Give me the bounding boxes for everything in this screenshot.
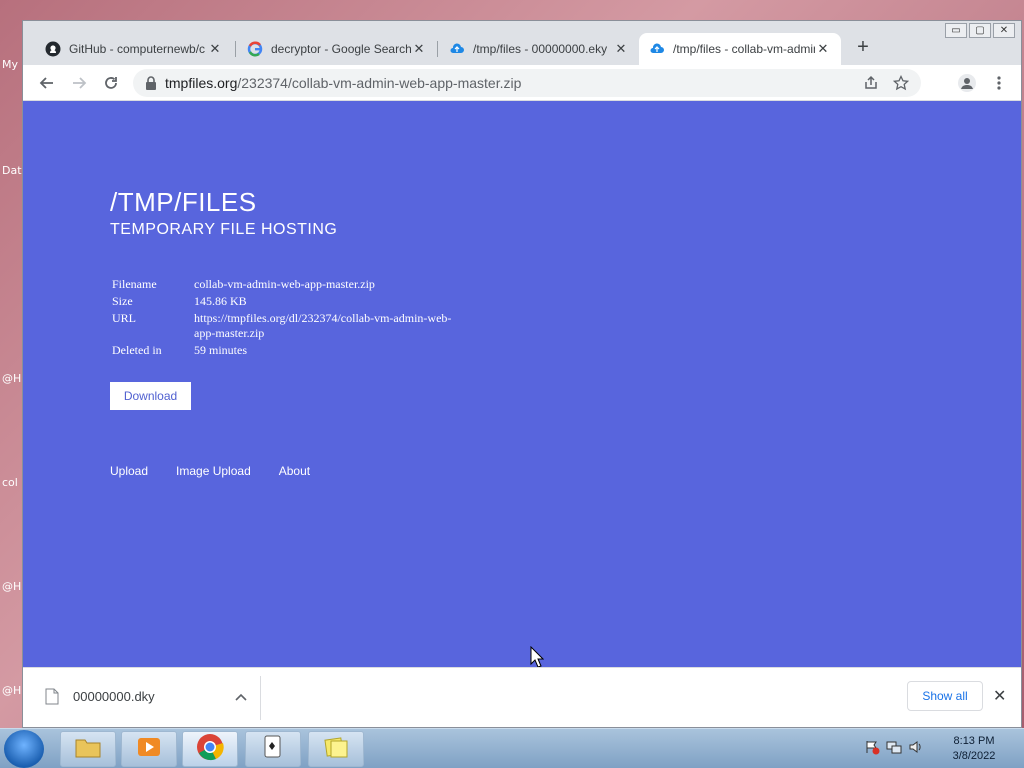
url-path: /232374/collab-vm-admin-web-app-master.z… [237, 75, 522, 91]
cards-icon [261, 734, 285, 765]
tab-strip: ▭ ▢ ✕ GitHub - computernewb/c ✕ decrypto… [23, 21, 1021, 65]
folder-icon [74, 735, 102, 764]
sticky-notes-icon [323, 735, 349, 764]
tab-separator [235, 41, 236, 57]
network-icon[interactable] [886, 739, 902, 760]
minimize-button[interactable]: ▭ [945, 23, 967, 38]
download-shelf: 00000000.dky Show all ✕ [23, 667, 1021, 727]
desktop-icon-label[interactable]: @H [2, 580, 21, 593]
taskbar: 8:13 PM 3/8/2022 [0, 728, 1024, 768]
filename-value: collab-vm-admin-web-app-master.zip [194, 277, 375, 291]
taskbar-sticky-notes[interactable] [308, 731, 364, 767]
deleted-in-value: 59 minutes [194, 343, 247, 357]
address-bar-actions [863, 74, 910, 94]
desktop-icon-label[interactable]: col [2, 476, 18, 489]
divider [260, 676, 261, 720]
forward-arrow-icon[interactable] [67, 71, 91, 95]
image-upload-link[interactable]: Image Upload [176, 464, 251, 478]
desktop-icon-label[interactable]: @H [2, 372, 21, 385]
tab-label: /tmp/files - 00000000.eky [473, 42, 608, 56]
clock-time: 8:13 PM [953, 735, 995, 747]
lock-icon[interactable] [145, 76, 157, 90]
chrome-icon [196, 733, 224, 766]
menu-kebab-icon[interactable] [987, 71, 1011, 95]
browser-toolbar: tmpfiles.org/232374/collab-vm-admin-web-… [23, 65, 1021, 101]
tab-close-icon[interactable]: ✕ [207, 41, 223, 57]
size-value: 145.86 KB [194, 294, 247, 308]
tab-close-icon[interactable]: ✕ [815, 41, 831, 57]
table-row: Filename collab-vm-admin-web-app-master.… [110, 276, 458, 293]
back-arrow-icon[interactable] [35, 71, 59, 95]
table-row: Size 145.86 KB [110, 293, 458, 310]
browser-window: ▭ ▢ ✕ GitHub - computernewb/c ✕ decrypto… [22, 20, 1022, 728]
download-button[interactable]: Download [110, 382, 191, 410]
desktop-icon-label[interactable]: Dat [2, 164, 22, 177]
url-value: https://tmpfiles.org/dl/232374/collab-vm… [194, 311, 452, 340]
volume-icon[interactable] [908, 739, 924, 760]
tab-google-search[interactable]: decryptor - Google Search ✕ [237, 33, 437, 65]
taskbar-media-player[interactable] [121, 731, 177, 767]
file-icon [45, 688, 59, 705]
tab-tmpfiles-collab-active[interactable]: /tmp/files - collab-vm-admin ✕ [639, 33, 841, 65]
cloud-upload-icon [649, 41, 665, 57]
upload-link[interactable]: Upload [110, 464, 148, 478]
google-icon [247, 41, 263, 57]
address-bar[interactable]: tmpfiles.org/232374/collab-vm-admin-web-… [133, 69, 921, 97]
download-item[interactable]: 00000000.dky [45, 688, 247, 705]
desktop-icon-label[interactable]: My [2, 58, 18, 71]
bookmark-star-icon[interactable] [892, 74, 910, 94]
size-label: Size [112, 294, 133, 308]
about-link[interactable]: About [279, 464, 310, 478]
deleted-in-label: Deleted in [112, 343, 162, 357]
footer-nav: Upload Image Upload About [110, 464, 310, 478]
profile-avatar-icon[interactable] [955, 71, 979, 95]
clock-date: 3/8/2022 [952, 750, 996, 762]
tab-close-icon[interactable]: ✕ [613, 41, 629, 57]
table-row: URL https://tmpfiles.org/dl/232374/colla… [110, 310, 458, 342]
url-host: tmpfiles.org [165, 75, 238, 91]
taskbar-solitaire[interactable] [245, 731, 301, 767]
taskbar-chrome[interactable] [182, 731, 238, 767]
taskbar-clock[interactable]: 8:13 PM 3/8/2022 [946, 734, 1002, 764]
new-tab-plus-icon[interactable]: + [852, 37, 874, 57]
download-filename: 00000000.dky [73, 689, 155, 704]
chevron-up-icon[interactable] [235, 693, 247, 701]
system-tray [864, 739, 924, 760]
close-shelf-icon[interactable]: ✕ [993, 686, 1006, 706]
cloud-upload-icon [449, 41, 465, 57]
tab-label: /tmp/files - collab-vm-admin [673, 42, 815, 56]
action-center-flag-icon[interactable] [864, 739, 880, 760]
reload-icon[interactable] [99, 71, 123, 95]
start-button[interactable] [4, 730, 44, 768]
site-subtitle: TEMPORARY FILE HOSTING [110, 221, 338, 238]
site-title: /TMP/FILES [110, 187, 257, 217]
filename-label: Filename [112, 277, 157, 291]
tab-separator [437, 41, 438, 57]
tab-label: GitHub - computernewb/c [69, 42, 206, 56]
url-label: URL [112, 311, 136, 325]
tab-tmpfiles-eky[interactable]: /tmp/files - 00000000.eky ✕ [439, 33, 639, 65]
tab-label: decryptor - Google Search [271, 42, 411, 56]
taskbar-explorer[interactable] [60, 731, 116, 767]
close-window-button[interactable]: ✕ [993, 23, 1015, 38]
media-player-icon [136, 735, 162, 764]
maximize-button[interactable]: ▢ [969, 23, 991, 38]
file-info-table: Filename collab-vm-admin-web-app-master.… [110, 276, 458, 359]
window-controls: ▭ ▢ ✕ [945, 23, 1015, 38]
share-icon[interactable] [863, 75, 879, 94]
github-icon [45, 41, 61, 57]
desktop-icon-label[interactable]: @H [2, 684, 21, 697]
show-all-button[interactable]: Show all [907, 681, 983, 711]
tab-close-icon[interactable]: ✕ [411, 41, 427, 57]
page-content: /TMP/FILES TEMPORARY FILE HOSTING Filena… [23, 101, 1021, 668]
table-row: Deleted in 59 minutes [110, 342, 458, 359]
tab-github[interactable]: GitHub - computernewb/c ✕ [35, 33, 233, 65]
